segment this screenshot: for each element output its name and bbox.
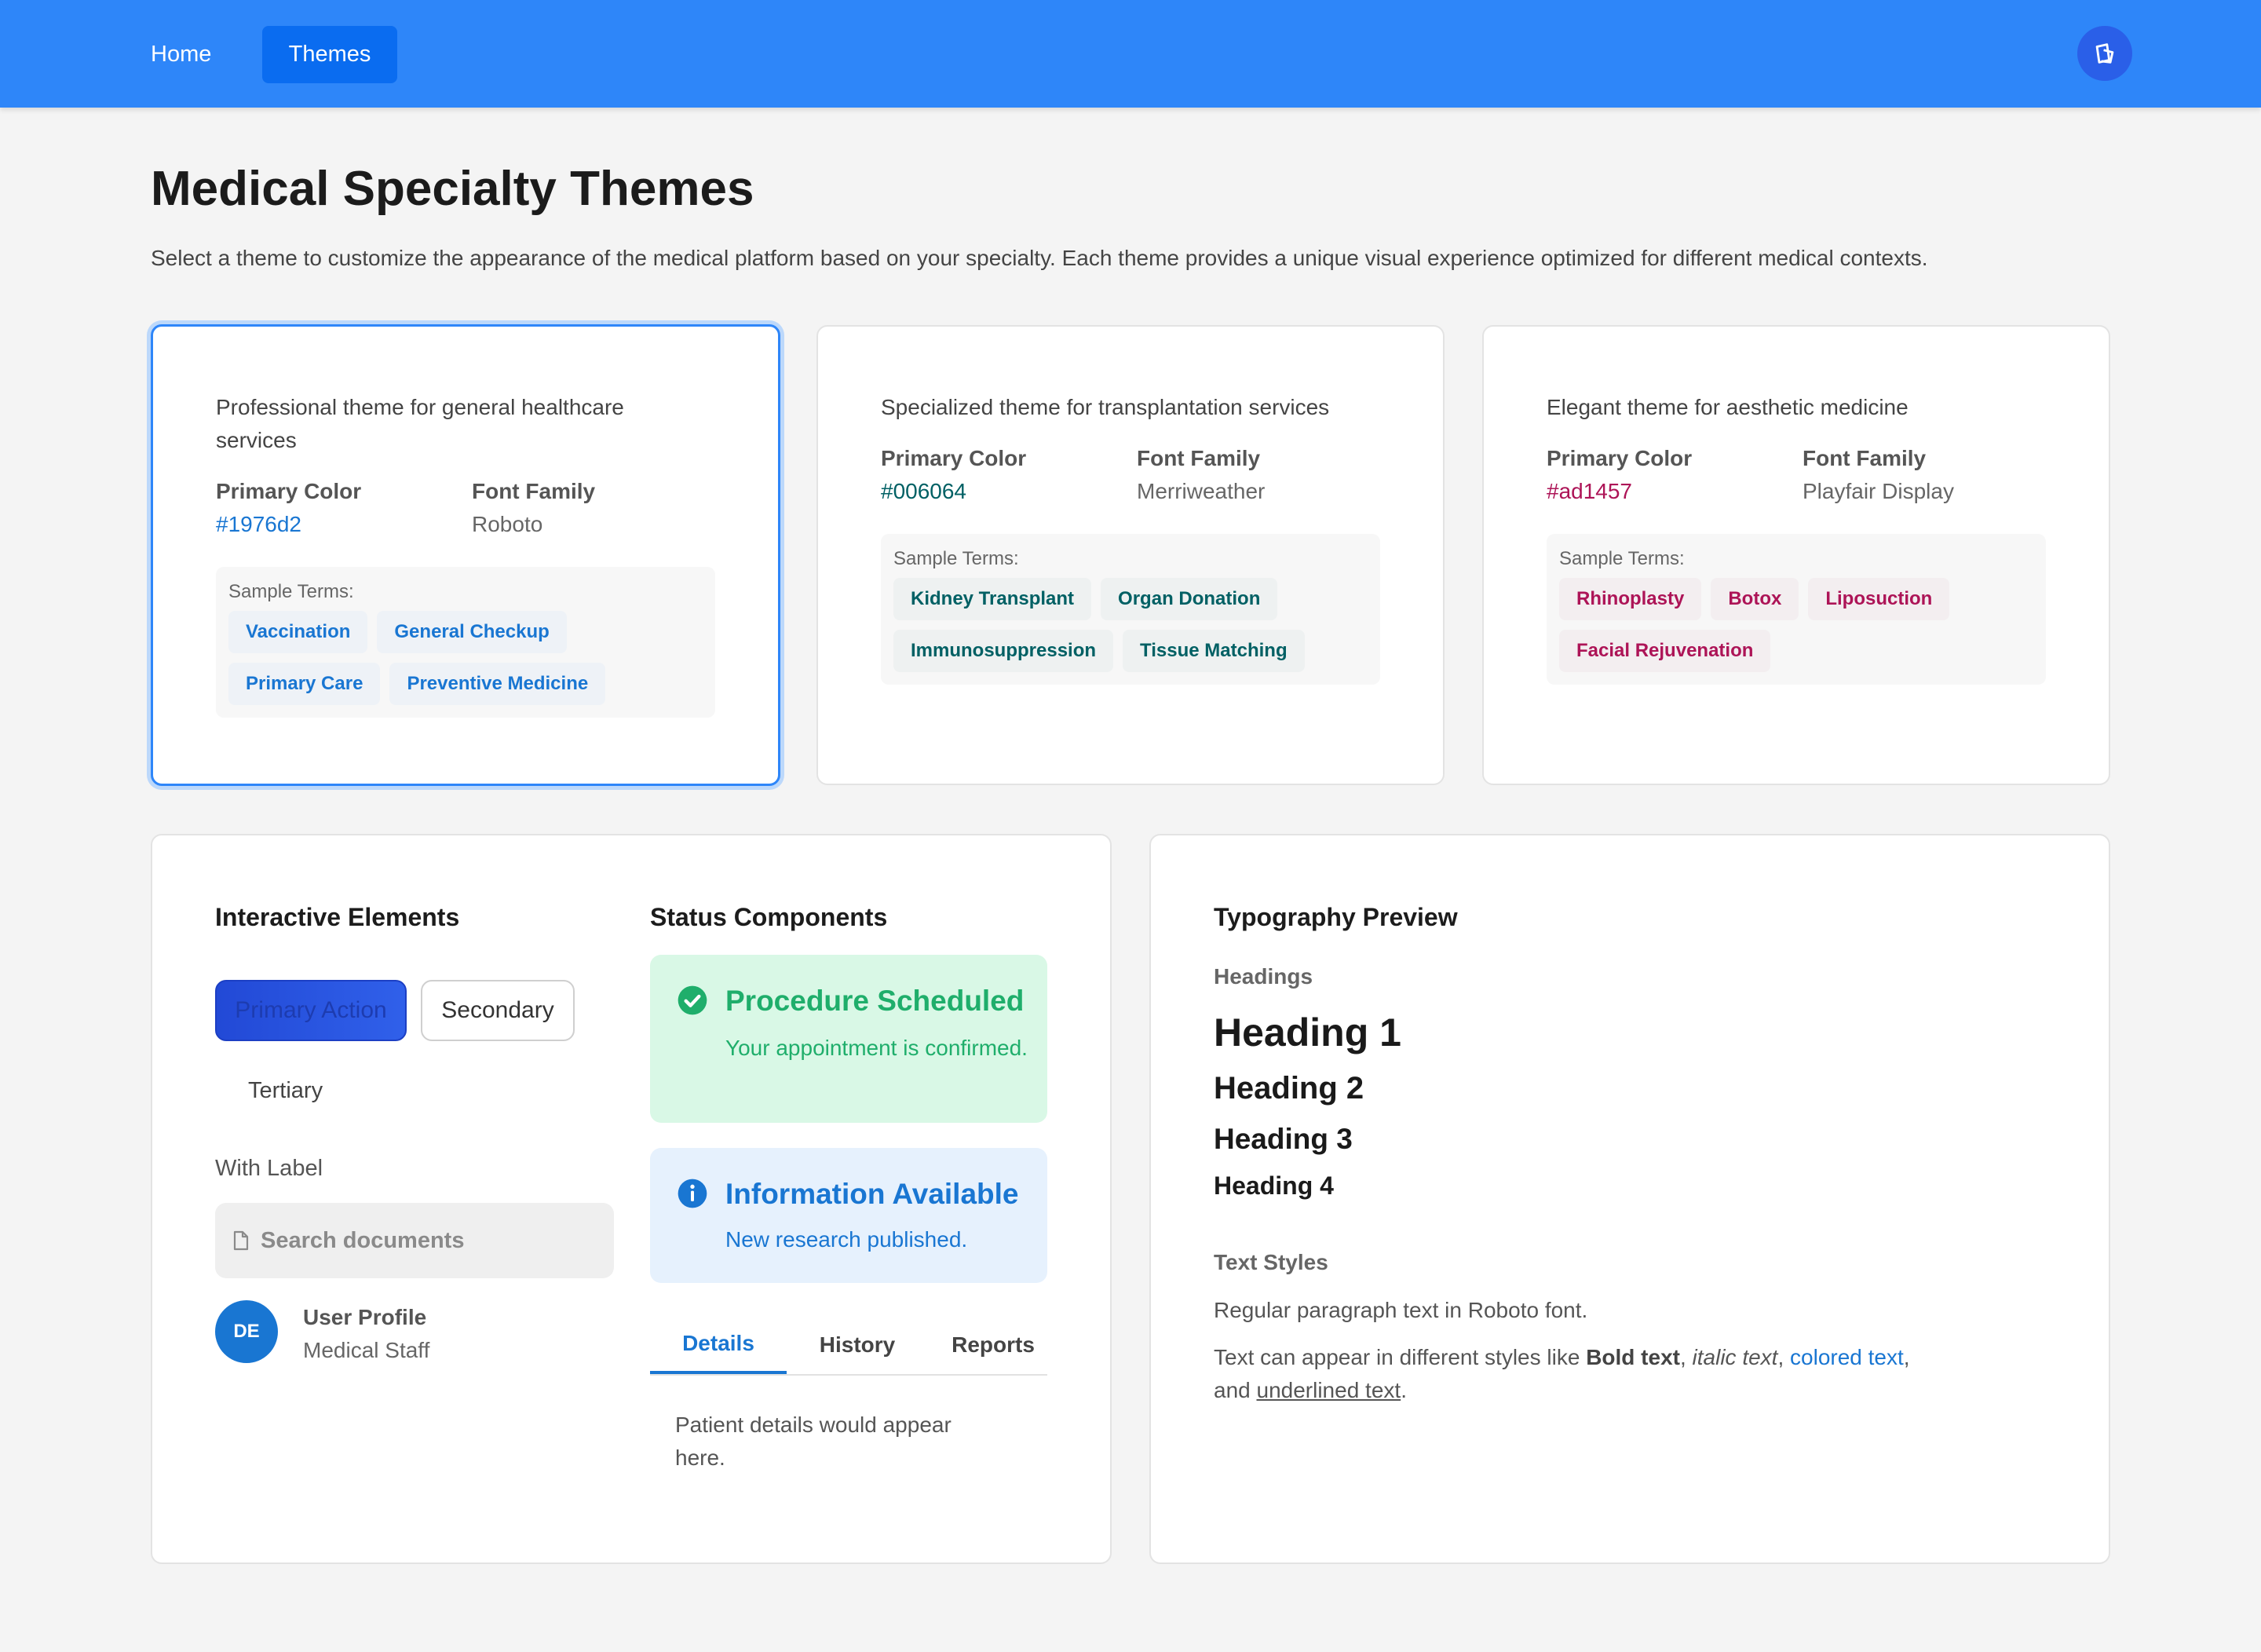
primary-color-label: Primary Color	[881, 446, 1027, 470]
success-alert-message: Your appointment is confirmed.	[725, 1036, 1028, 1060]
term-chip[interactable]: Preventive Medicine	[389, 663, 606, 705]
term-chip[interactable]: Primary Care	[228, 663, 381, 705]
heading-3-sample: Heading 3	[1214, 1123, 1353, 1155]
font-family-label: Font Family	[472, 479, 596, 503]
secondary-button[interactable]: Secondary	[421, 980, 575, 1041]
term-chip[interactable]: Facial Rejuvenation	[1559, 630, 1771, 672]
search-documents-input[interactable]: Search documents	[215, 1203, 614, 1278]
bold-text-sample: Bold text	[1586, 1345, 1680, 1369]
primary-action-button[interactable]: Primary Action	[215, 980, 407, 1041]
check-circle-icon	[678, 985, 707, 1015]
nav-home-link[interactable]: Home	[129, 26, 233, 83]
theme-card-transplant[interactable]: Specialized theme for transplantation se…	[816, 325, 1445, 785]
and-text: and	[1214, 1378, 1257, 1402]
tab-reports[interactable]: Reports	[928, 1316, 1058, 1374]
primary-color-value: #ad1457	[1547, 479, 1633, 503]
info-circle-icon	[678, 1179, 707, 1208]
info-alert-message: New research published.	[725, 1227, 968, 1252]
theme-card-general[interactable]: Professional theme for general healthcar…	[151, 324, 780, 786]
typography-panel: Typography Preview Headings Heading 1 He…	[1149, 834, 2110, 1564]
nav-themes-link[interactable]: Themes	[262, 26, 397, 83]
heading-2-sample: Heading 2	[1214, 1071, 1364, 1106]
separator: ,	[1903, 1345, 1910, 1369]
term-chip[interactable]: Liposuction	[1808, 578, 1950, 620]
tab-history[interactable]: History	[787, 1316, 928, 1374]
sample-terms-list: Vaccination General Checkup Primary Care…	[228, 611, 703, 705]
regular-paragraph: Regular paragraph text in Roboto font.	[1214, 1298, 1588, 1322]
avatar[interactable]: DE	[215, 1300, 278, 1363]
primary-color-value: #1976d2	[216, 512, 302, 536]
styled-paragraph: Text can appear in different styles like…	[1214, 1341, 2014, 1407]
text-styles-label: Text Styles	[1214, 1250, 1328, 1274]
colored-text-sample: colored text	[1790, 1345, 1904, 1369]
success-alert-title: Procedure Scheduled	[725, 985, 1025, 1017]
theme-toggle-icon	[2095, 43, 2114, 64]
page-title: Medical Specialty Themes	[151, 162, 754, 216]
search-field-label: With Label	[215, 1156, 323, 1181]
heading-4-sample: Heading 4	[1214, 1171, 1334, 1200]
tab-details[interactable]: Details	[650, 1316, 787, 1374]
tertiary-button[interactable]: Tertiary	[215, 1063, 356, 1118]
profile-role: Medical Staff	[303, 1338, 430, 1362]
sample-terms-label: Sample Terms:	[893, 548, 1019, 569]
sample-terms-box: Sample Terms: Vaccination General Checku…	[216, 567, 715, 718]
tab-bar: Details History Reports	[650, 1316, 1047, 1376]
theme-description: Specialized theme for transplantation se…	[881, 395, 1330, 419]
underlined-text-sample: underlined text	[1256, 1378, 1401, 1402]
separator: ,	[1777, 1345, 1791, 1369]
sentence-end: .	[1401, 1378, 1407, 1402]
search-placeholder: Search documents	[261, 1227, 465, 1253]
term-chip[interactable]: Tissue Matching	[1123, 630, 1305, 672]
font-family-value: Playfair Display	[1803, 479, 1954, 503]
term-chip[interactable]: General Checkup	[377, 611, 567, 653]
font-family-value: Merriweather	[1137, 479, 1266, 503]
italic-text-sample: italic text	[1692, 1345, 1778, 1369]
status-components-title: Status Components	[650, 903, 888, 931]
theme-description: Professional theme for general healthcar…	[216, 395, 624, 452]
term-chip[interactable]: Rhinoplasty	[1559, 578, 1702, 620]
font-family-value: Roboto	[472, 512, 543, 536]
primary-color-label: Primary Color	[1547, 446, 1693, 470]
sample-terms-label: Sample Terms:	[228, 581, 354, 602]
tab-content: Patient details would appear here.	[675, 1413, 952, 1470]
info-alert: Information Available New research publi…	[650, 1148, 1047, 1283]
typography-preview-title: Typography Preview	[1214, 903, 1458, 931]
sample-terms-box: Sample Terms: Rhinoplasty Botox Liposuct…	[1547, 534, 2046, 685]
info-alert-title: Information Available	[725, 1178, 1019, 1210]
primary-color-label: Primary Color	[216, 479, 362, 503]
heading-1-sample: Heading 1	[1214, 1011, 1401, 1054]
page-description: Select a theme to customize the appearan…	[151, 246, 1928, 270]
term-chip[interactable]: Organ Donation	[1101, 578, 1278, 620]
profile-name: User Profile	[303, 1305, 427, 1329]
theme-card-aesthetic[interactable]: Elegant theme for aesthetic medicine Pri…	[1482, 325, 2110, 785]
sample-terms-box: Sample Terms: Kidney Transplant Organ Do…	[881, 534, 1380, 685]
styles-prefix: Text can appear in different styles like	[1214, 1345, 1587, 1369]
document-icon	[233, 1230, 249, 1251]
font-family-label: Font Family	[1803, 446, 1927, 470]
sample-terms-list: Rhinoplasty Botox Liposuction Facial Rej…	[1559, 578, 2033, 672]
theme-toggle-button[interactable]	[2077, 26, 2132, 81]
headings-label: Headings	[1214, 964, 1313, 989]
success-alert: Procedure Scheduled Your appointment is …	[650, 955, 1047, 1123]
interactive-elements-title: Interactive Elements	[215, 903, 460, 931]
term-chip[interactable]: Immunosuppression	[893, 630, 1114, 672]
term-chip[interactable]: Botox	[1711, 578, 1799, 620]
separator: ,	[1679, 1345, 1693, 1369]
theme-description: Elegant theme for aesthetic medicine	[1547, 395, 1909, 419]
term-chip[interactable]: Vaccination	[228, 611, 368, 653]
components-panel: Interactive Elements Primary Action Seco…	[151, 834, 1112, 1564]
sample-terms-list: Kidney Transplant Organ Donation Immunos…	[893, 578, 1368, 672]
term-chip[interactable]: Kidney Transplant	[893, 578, 1092, 620]
primary-color-value: #006064	[881, 479, 967, 503]
top-navigation-bar: Home Themes	[0, 0, 2261, 108]
font-family-label: Font Family	[1137, 446, 1261, 470]
sample-terms-label: Sample Terms:	[1559, 548, 1685, 569]
